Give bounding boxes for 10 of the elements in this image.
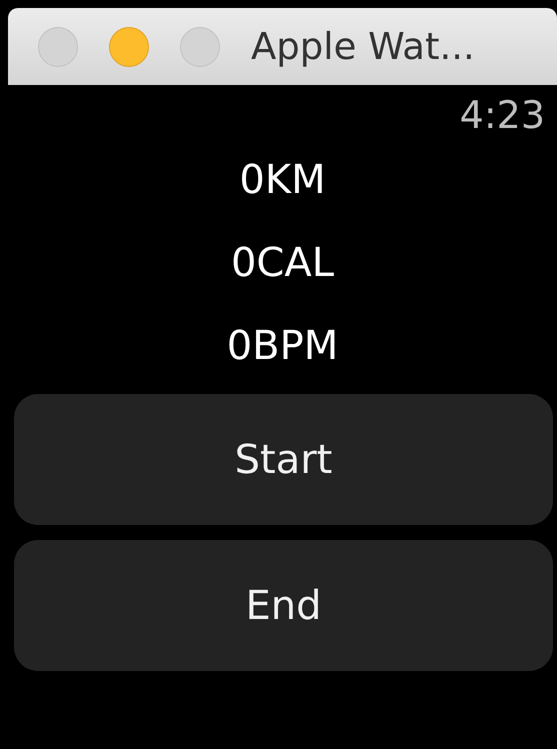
close-window-button[interactable]	[38, 26, 78, 66]
stat-value: 0KM	[239, 156, 326, 205]
zoom-window-button[interactable]	[180, 26, 220, 66]
stat-value: 0CAL	[230, 239, 334, 288]
minimize-window-button[interactable]	[109, 26, 149, 66]
action-button[interactable]: Start	[14, 394, 553, 525]
stat-value: 0BPM	[226, 322, 338, 371]
clock-time: 4:23	[460, 93, 545, 137]
window-title: Apple Wat...	[251, 25, 475, 68]
action-button[interactable]: End	[14, 540, 553, 671]
